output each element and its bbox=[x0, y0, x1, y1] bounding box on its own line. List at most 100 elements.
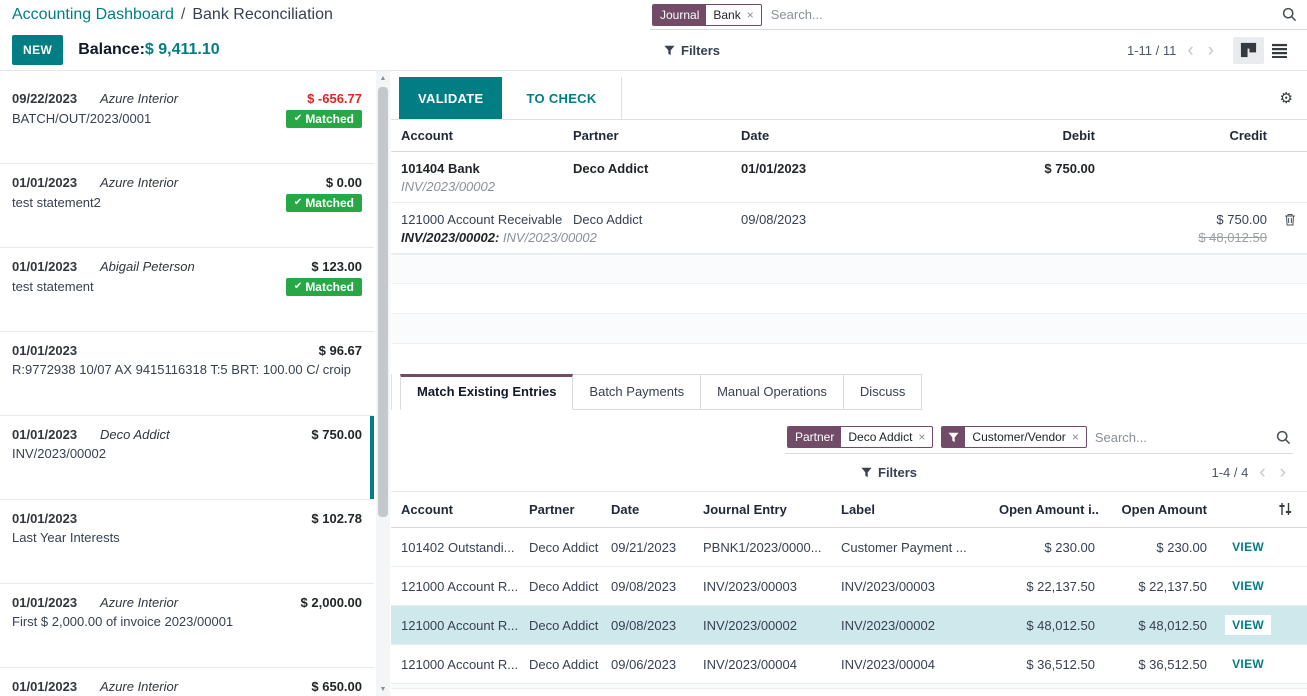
statement-label: test statement bbox=[12, 279, 94, 294]
match-partner: Deco Addict bbox=[519, 540, 601, 555]
remove-facet-icon[interactable]: × bbox=[747, 9, 754, 21]
match-journal-entry: INV/2023/00002 bbox=[693, 618, 831, 633]
pager-previous-icon[interactable]: ‹ bbox=[1184, 41, 1196, 60]
scroll-up-icon[interactable]: ▲ bbox=[376, 71, 390, 85]
search-input[interactable]: Search... bbox=[771, 7, 823, 22]
reconcile-line[interactable]: 121000 Account Receivable Deco Addict 09… bbox=[391, 203, 1307, 254]
control-panel: NEW Balance:$ 9,411.10 Filters 1-11 / 11… bbox=[0, 30, 1307, 71]
statement-line[interactable]: 01/01/2023 Deco Addict $ 750.00 INV/2023… bbox=[0, 416, 374, 500]
check-icon: ✔ bbox=[294, 281, 302, 292]
empty-row bbox=[391, 254, 1307, 284]
statement-amount: $ 96.67 bbox=[319, 342, 362, 361]
facet-value: Deco Addict× bbox=[841, 427, 932, 447]
notebook-tab[interactable]: Manual Operations bbox=[701, 374, 844, 410]
statement-line[interactable]: 01/01/2023 Abigail Peterson $ 123.00 tes… bbox=[0, 248, 374, 332]
kanban-view-icon[interactable] bbox=[1233, 37, 1264, 64]
funnel-icon bbox=[942, 427, 965, 447]
statement-line[interactable]: 01/01/2023 $ 96.67 R:9772938 10/07 AX 94… bbox=[0, 332, 374, 416]
notebook-tab[interactable]: Discuss bbox=[844, 374, 923, 410]
adjust-columns-icon[interactable] bbox=[1271, 502, 1299, 517]
match-journal-entry: INV/2023/00003 bbox=[693, 579, 831, 594]
scrollbar-thumb[interactable] bbox=[378, 87, 388, 517]
gear-icon[interactable]: ⚙ bbox=[1280, 89, 1307, 107]
column-open-amount-currency[interactable]: Open Amount i... bbox=[989, 502, 1099, 517]
statement-lines-list: 09/22/2023 Azure Interior $ -656.77 BATC… bbox=[0, 80, 374, 696]
balance-display: Balance:$ 9,411.10 bbox=[78, 41, 219, 59]
search-icon[interactable] bbox=[1276, 430, 1291, 445]
match-filters-button[interactable]: Filters bbox=[861, 465, 917, 480]
scrollbar[interactable]: ▲ ▼ bbox=[376, 71, 390, 696]
column-date: Date bbox=[731, 128, 931, 143]
line-account: 121000 Account Receivable bbox=[391, 212, 563, 227]
statement-line[interactable]: 01/01/2023 Azure Interior $ 0.00 test st… bbox=[0, 164, 374, 248]
match-pager-previous-icon[interactable]: ‹ bbox=[1256, 463, 1268, 482]
statement-amount: $ 650.00 bbox=[311, 678, 362, 696]
match-partner: Deco Addict bbox=[519, 657, 601, 672]
match-partner: Deco Addict bbox=[519, 618, 601, 633]
match-journal-entry: INV/2023/00004 bbox=[693, 657, 831, 672]
column-debit: Debit bbox=[931, 128, 1101, 143]
remove-facet-icon[interactable]: × bbox=[918, 431, 925, 443]
notebook-tab[interactable]: Batch Payments bbox=[573, 374, 701, 410]
pager-next-icon[interactable]: › bbox=[1205, 41, 1217, 60]
reconcile-line[interactable]: 101404 Bank Deco Addict 01/01/2023 $ 750… bbox=[391, 152, 1307, 203]
validate-button[interactable]: VALIDATE bbox=[399, 77, 502, 119]
list-view-icon[interactable] bbox=[1264, 38, 1295, 63]
statement-label: R:9772938 10/07 AX 9415116318 T:5 BRT: 1… bbox=[12, 362, 351, 377]
match-search-bar[interactable]: Partner Deco Addict× Customer/Vendor× Se… bbox=[785, 423, 1293, 454]
match-pager-next-icon[interactable]: › bbox=[1277, 463, 1289, 482]
match-open-amount: $ 230.00 bbox=[1099, 540, 1211, 555]
match-table-row[interactable]: 121000 Account R... Deco Addict 09/08/20… bbox=[391, 606, 1307, 645]
column-partner[interactable]: Partner bbox=[519, 502, 601, 517]
check-icon: ✔ bbox=[294, 113, 302, 124]
partner-filter-facet: Partner Deco Addict× bbox=[787, 426, 933, 448]
column-date[interactable]: Date bbox=[601, 502, 693, 517]
match-open-amount: $ 22,137.50 bbox=[1099, 579, 1211, 594]
match-date: 09/21/2023 bbox=[601, 540, 693, 555]
statement-line[interactable]: 01/01/2023 Azure Interior $ 650.00 bbox=[0, 668, 374, 696]
reconcile-table-header: Account Partner Date Debit Credit bbox=[391, 120, 1307, 152]
breadcrumb-accounting-dashboard[interactable]: Accounting Dashboard bbox=[12, 6, 174, 24]
statement-lines-panel: 09/22/2023 Azure Interior $ -656.77 BATC… bbox=[0, 71, 390, 696]
match-filters-row: Filters 1-4 / 4 ‹ › bbox=[391, 454, 1307, 492]
match-account: 121000 Account R... bbox=[391, 657, 519, 672]
new-button[interactable]: NEW bbox=[12, 35, 63, 65]
filters-button[interactable]: Filters bbox=[664, 43, 720, 58]
match-table-row[interactable]: 101402 Outstandi... Deco Addict 09/21/20… bbox=[391, 528, 1307, 567]
column-journal-entry[interactable]: Journal Entry bbox=[693, 502, 831, 517]
column-label[interactable]: Label bbox=[831, 502, 989, 517]
statement-partner: Azure Interior bbox=[100, 174, 178, 193]
statement-date: 01/01/2023 bbox=[12, 174, 82, 193]
statement-line[interactable]: 01/01/2023 Azure Interior $ 2,000.00 Fir… bbox=[0, 584, 374, 668]
scroll-down-icon[interactable]: ▼ bbox=[376, 682, 390, 696]
search-icon[interactable] bbox=[1282, 7, 1297, 22]
view-button[interactable]: VIEW bbox=[1225, 537, 1271, 557]
remove-facet-icon[interactable]: × bbox=[1072, 431, 1079, 443]
match-table-body: 101402 Outstandi... Deco Addict 09/21/20… bbox=[391, 528, 1307, 684]
facet-label: Partner bbox=[788, 427, 841, 447]
match-pager-range: 1-4 / 4 bbox=[1211, 465, 1248, 480]
facet-value: Customer/Vendor× bbox=[965, 427, 1085, 447]
statement-label: INV/2023/00002 bbox=[12, 446, 106, 461]
global-search-bar[interactable]: Journal Bank× Search... bbox=[650, 0, 1307, 30]
column-account[interactable]: Account bbox=[391, 502, 519, 517]
match-table-row[interactable]: 121000 Account R... Deco Addict 09/08/20… bbox=[391, 567, 1307, 606]
column-open-amount[interactable]: Open Amount bbox=[1099, 502, 1211, 517]
view-button[interactable]: VIEW bbox=[1225, 654, 1271, 674]
match-search-input[interactable]: Search... bbox=[1095, 430, 1147, 445]
match-table-row[interactable]: 121000 Account R... Deco Addict 09/06/20… bbox=[391, 645, 1307, 684]
trash-icon[interactable] bbox=[1284, 213, 1296, 226]
breadcrumb-separator: / bbox=[181, 6, 185, 24]
statement-line[interactable]: 01/01/2023 $ 102.78 Last Year Interests bbox=[0, 500, 374, 584]
view-button[interactable]: VIEW bbox=[1225, 576, 1271, 596]
notebook-tab[interactable]: Match Existing Entries bbox=[400, 374, 573, 410]
facet-value: Bank× bbox=[706, 5, 760, 25]
match-account: 121000 Account R... bbox=[391, 618, 519, 633]
statement-line[interactable]: 09/22/2023 Azure Interior $ -656.77 BATC… bbox=[0, 80, 374, 164]
to-check-button[interactable]: TO CHECK bbox=[502, 77, 621, 119]
match-date: 09/06/2023 bbox=[601, 657, 693, 672]
view-button[interactable]: VIEW bbox=[1225, 615, 1271, 635]
statement-amount: $ 123.00 bbox=[311, 258, 362, 277]
statement-label: BATCH/OUT/2023/0001 bbox=[12, 111, 151, 126]
match-journal-entry: PBNK1/2023/0000... bbox=[693, 540, 831, 555]
